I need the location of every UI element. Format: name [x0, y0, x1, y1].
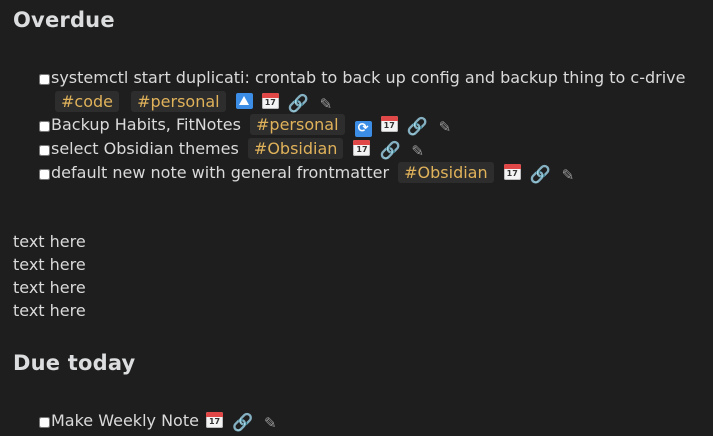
task-checkbox[interactable]	[39, 145, 50, 156]
task-text: default new note with general frontmatte…	[51, 162, 390, 182]
task-checkbox[interactable]	[39, 121, 50, 132]
link-icon[interactable]: 🔗	[407, 119, 428, 136]
tag-obsidian[interactable]: #Obsidian	[398, 161, 494, 183]
task-text: Backup Habits, FitNotes	[51, 115, 241, 134]
due-today-heading: Due today	[13, 351, 136, 375]
body-text-line: text here	[13, 255, 86, 274]
pencil-icon[interactable]: ✎	[559, 167, 577, 183]
calendar-icon	[503, 163, 521, 180]
task-checkbox[interactable]	[39, 417, 50, 428]
link-icon[interactable]: 🔗	[380, 143, 401, 160]
pencil-icon[interactable]: ✎	[317, 96, 335, 112]
tag-personal[interactable]: #personal	[250, 114, 345, 135]
task-item: select Obsidian themes #Obsidian 🔗 ✎	[34, 137, 704, 161]
body-text-line: text here	[13, 301, 86, 320]
calendar-icon	[261, 92, 279, 109]
link-icon[interactable]: 🔗	[288, 95, 309, 112]
task-item: Make Weekly Note 🔗 ✎	[34, 409, 704, 433]
tasks-note-view: Overdue systemctl start duplicati: cront…	[0, 0, 713, 436]
pencil-icon[interactable]: ✎	[436, 119, 454, 135]
tag-code[interactable]: #code	[55, 90, 119, 112]
calendar-icon	[206, 412, 224, 428]
tag-personal[interactable]: #personal	[131, 90, 226, 112]
tag-obsidian[interactable]: #Obsidian	[247, 138, 344, 159]
calendar-icon	[380, 116, 398, 132]
due-today-task-list: Make Weekly Note 🔗 ✎	[34, 409, 704, 433]
repeat-icon: ⟳	[354, 121, 372, 137]
task-text: Make Weekly Note	[51, 411, 199, 430]
calendar-icon	[353, 140, 371, 156]
link-icon[interactable]: 🔗	[530, 166, 551, 183]
overdue-task-list: systemctl start duplicati: crontab to ba…	[34, 66, 704, 184]
task-checkbox[interactable]	[39, 74, 50, 85]
pencil-icon[interactable]: ✎	[409, 143, 427, 159]
task-item: default new note with general frontmatte…	[34, 161, 704, 185]
task-item: systemctl start duplicati: crontab to ba…	[34, 66, 704, 113]
task-text: systemctl start duplicati: crontab to ba…	[51, 68, 686, 87]
body-text-block: text here text here text here text here	[13, 230, 86, 322]
overdue-heading: Overdue	[13, 8, 115, 32]
up-arrow-priority-icon	[235, 92, 253, 109]
task-item: Backup Habits, FitNotes #personal ⟳ 🔗 ✎	[34, 113, 704, 137]
pencil-icon[interactable]: ✎	[261, 415, 279, 431]
task-checkbox[interactable]	[39, 168, 50, 180]
body-text-line: text here	[13, 278, 86, 297]
link-icon[interactable]: 🔗	[232, 415, 253, 432]
body-text-line: text here	[13, 232, 86, 251]
task-text: select Obsidian themes	[51, 139, 239, 158]
